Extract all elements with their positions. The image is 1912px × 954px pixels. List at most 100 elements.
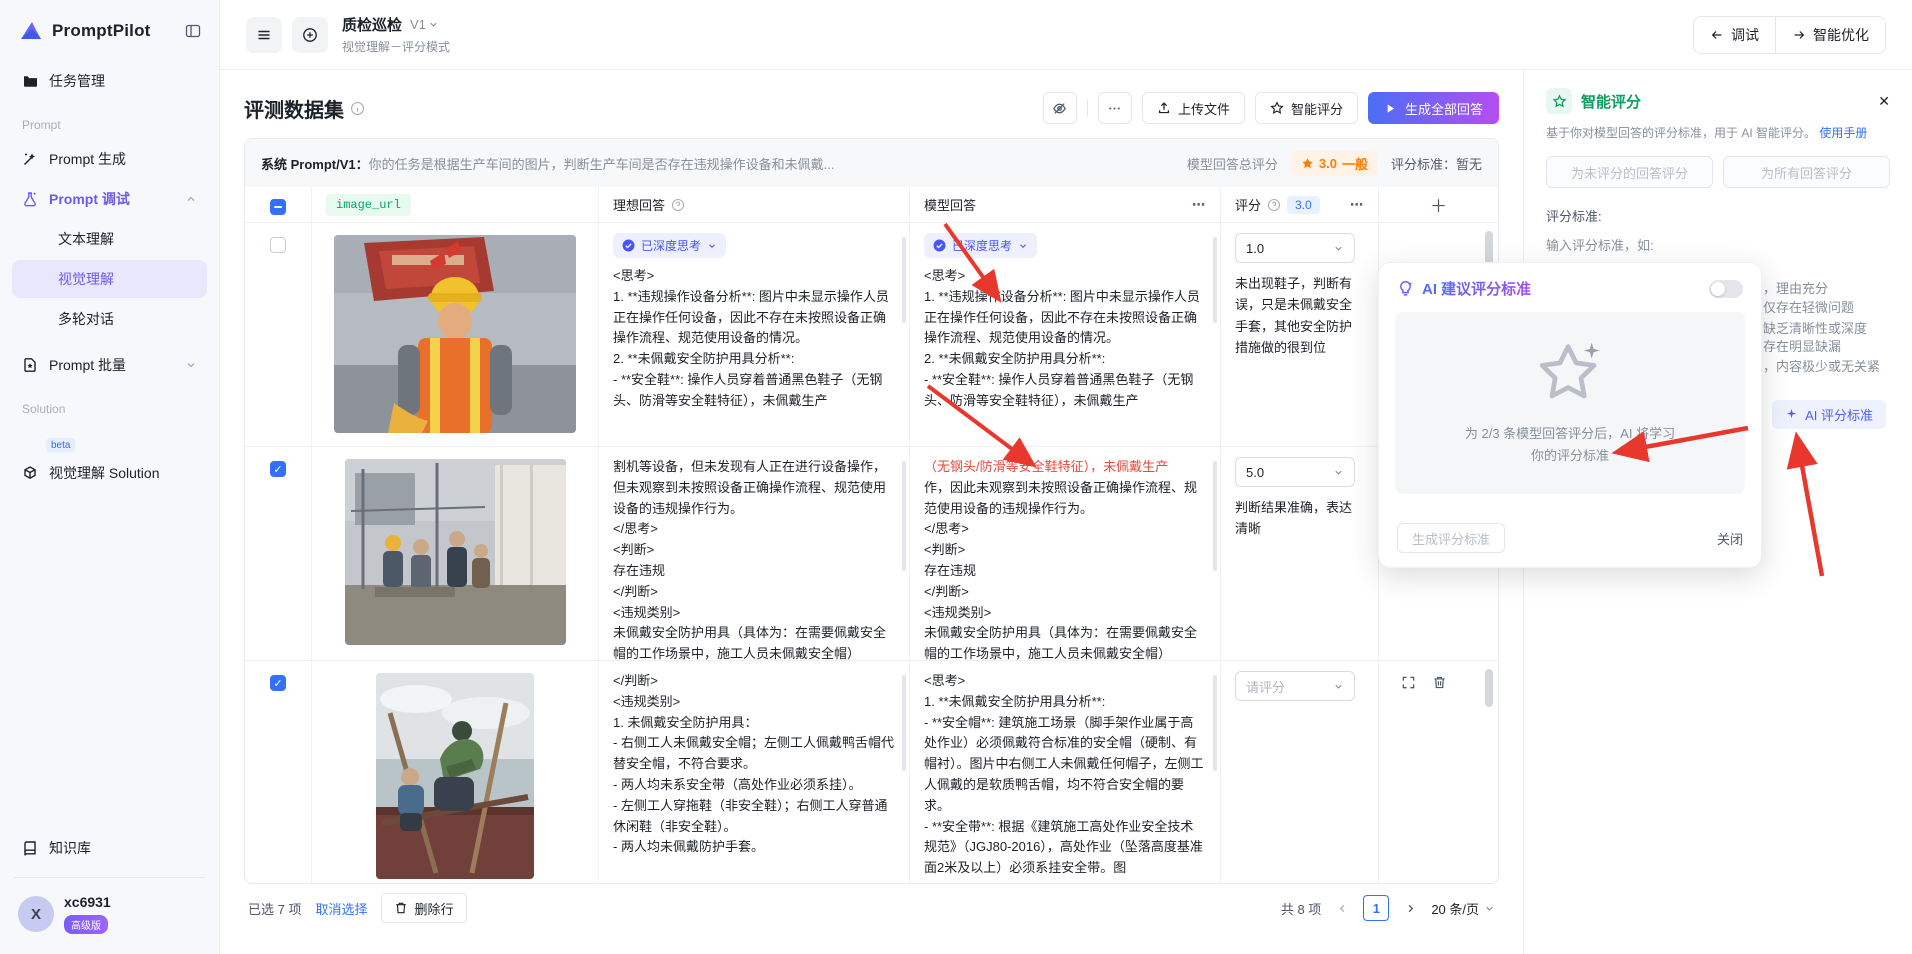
score-unscored-button[interactable]: 为未评分的回答评分 xyxy=(1546,156,1713,188)
page-size-select[interactable]: 20 条/页 xyxy=(1431,899,1495,918)
score-select[interactable]: 5.0 xyxy=(1235,457,1355,487)
sidebar-item-vision-solution[interactable]: 视觉理解 Solution xyxy=(12,454,207,492)
row-checkbox[interactable] xyxy=(270,461,286,477)
smart-score-button[interactable]: 智能评分 xyxy=(1254,92,1358,124)
hide-columns-button[interactable] xyxy=(1042,92,1077,124)
model-column-menu[interactable]: ⋯ xyxy=(1192,197,1206,213)
cancel-selection-link[interactable]: 取消选择 xyxy=(315,899,367,918)
prev-page-button[interactable] xyxy=(1329,895,1355,921)
criteria-placeholder-intro[interactable]: 输入评分标准，如: xyxy=(1546,235,1890,254)
version-selector[interactable]: V1 xyxy=(410,17,439,32)
upload-file-button[interactable]: 上传文件 xyxy=(1141,92,1245,124)
manual-link[interactable]: 使用手册 xyxy=(1819,126,1867,140)
score-comment: 未出现鞋子，判断有误，只是未佩戴安全手套，其他安全防护措施做的很到位 xyxy=(1235,276,1353,356)
new-session-button[interactable] xyxy=(292,16,328,53)
table-row: </判断> <违规类别> 1. 未佩戴安全防护用具： - 右侧工人未佩戴安全帽；… xyxy=(245,661,1498,883)
sidebar-item-knowledge-base[interactable]: 知识库 xyxy=(12,829,207,867)
user-profile[interactable]: X xc6931 高级版 xyxy=(12,888,207,944)
sidebar-item-text-understanding[interactable]: 文本理解 xyxy=(12,220,207,258)
criteria-placeholder-fragment: 存在明显缺漏 xyxy=(1763,339,1842,354)
ai-suggest-toggle[interactable] xyxy=(1709,279,1743,298)
criteria-value: 暂无 xyxy=(1455,156,1482,172)
section-label-solution: Solution xyxy=(22,402,66,416)
next-page-button[interactable] xyxy=(1397,895,1423,921)
beta-badge: beta xyxy=(46,438,76,453)
panel-title: 智能评分 xyxy=(1581,93,1642,111)
ideal-answer-text: <思考> 1. **违规操作设备分析**: 图片中未显示操作人员正在操作任何设备… xyxy=(613,268,889,408)
ai-card-caption: 为 2/3 条模型回答评分后，AI 将学习 你的评分标准 xyxy=(1464,425,1676,463)
cell-scrollbar[interactable] xyxy=(902,675,906,771)
sidebar-collapse-icon[interactable] xyxy=(185,23,201,39)
book-icon xyxy=(22,840,39,856)
close-icon[interactable]: ✕ xyxy=(1878,93,1890,110)
model-answer-diff-line: （无钢头/防滑等安全鞋特征），未佩戴生产 xyxy=(924,459,1169,474)
sidebar-item-tasks[interactable]: 任务管理 xyxy=(12,62,207,100)
sidebar-item-vision-understanding[interactable]: 视觉理解 xyxy=(12,260,207,298)
sidebar-item-prompt-generate[interactable]: Prompt 生成 xyxy=(12,140,207,178)
chevron-down-icon xyxy=(185,359,197,371)
cell-scrollbar[interactable] xyxy=(1213,237,1217,323)
total-score-label: 模型回答总评分 xyxy=(1186,156,1278,172)
ideal-answer-text: 割机等设备，但未发现有人正在进行设备操作，但未观察到未按照设备正确操作流程、规范… xyxy=(613,459,887,660)
total-score-badge: 3.0 一般 xyxy=(1291,150,1377,176)
wand-icon xyxy=(22,151,39,167)
score-select[interactable]: 1.0 xyxy=(1235,233,1355,263)
score-all-button[interactable]: 为所有回答评分 xyxy=(1723,156,1890,188)
ai-card-title: AI 建议评分标准 xyxy=(1422,278,1531,299)
cell-scrollbar[interactable] xyxy=(902,461,906,571)
row-scrollbar[interactable] xyxy=(1485,669,1493,707)
generate-all-button[interactable]: 生成全部回答 xyxy=(1367,92,1499,124)
select-all-checkbox[interactable] xyxy=(270,198,286,215)
row-checkbox[interactable] xyxy=(270,675,286,691)
cell-scrollbar[interactable] xyxy=(1213,675,1217,771)
selected-count: 已选 7 项 xyxy=(248,901,302,917)
sidebar-item-prompt-debug[interactable]: Prompt 调试 xyxy=(12,180,207,218)
avatar: X xyxy=(18,896,54,932)
add-column-button[interactable]: ＋ xyxy=(1393,192,1484,217)
task-title: 质检巡检 xyxy=(342,17,403,34)
sidebar-item-multiturn-dialog[interactable]: 多轮对话 xyxy=(12,300,207,338)
row-photo-scaffolding-workers[interactable] xyxy=(376,673,534,879)
criteria-field-label: 评分标准: xyxy=(1546,209,1602,224)
check-circle-icon xyxy=(933,239,946,252)
expand-row-icon[interactable] xyxy=(1401,675,1416,690)
cell-scrollbar[interactable] xyxy=(902,237,906,323)
score-column-menu[interactable]: ⋯ xyxy=(1350,197,1364,213)
star-icon xyxy=(1302,157,1313,168)
generate-criteria-button[interactable]: 生成评分标准 xyxy=(1397,523,1506,553)
delete-row-icon[interactable] xyxy=(1432,675,1447,690)
score-select[interactable]: 请评分 xyxy=(1235,671,1355,701)
deep-think-badge[interactable]: 已深度思考 xyxy=(613,233,727,258)
criteria-label: 评分标准： xyxy=(1390,156,1456,172)
file-star-icon xyxy=(22,357,39,373)
folder-icon xyxy=(22,73,39,89)
column-ideal-answer: 理想回答 xyxy=(613,198,666,213)
column-image-url: image_url xyxy=(326,193,411,216)
delete-rows-button[interactable]: 删除行 xyxy=(381,893,467,923)
app-name: PromptPilot xyxy=(52,21,151,40)
flask-icon xyxy=(22,191,39,207)
deep-think-badge[interactable]: 已深度思考 xyxy=(924,233,1038,258)
debug-nav-button[interactable]: 调试 xyxy=(1694,16,1775,53)
ai-criteria-button[interactable]: AI 评分标准 xyxy=(1772,400,1886,429)
more-actions-button[interactable] xyxy=(1097,92,1132,124)
close-card-button[interactable]: 关闭 xyxy=(1717,529,1743,548)
sidebar-item-prompt-batch[interactable]: Prompt 批量 xyxy=(12,346,207,384)
row-photo-construction-site[interactable] xyxy=(344,459,566,645)
cell-scrollbar[interactable] xyxy=(1213,461,1217,571)
model-answer-text: <思考> 1. **违规操作设备分析**: 图片中未显示操作人员正在操作任何设备… xyxy=(924,268,1200,408)
row-checkbox[interactable] xyxy=(270,237,286,253)
section-label-prompt: Prompt xyxy=(22,118,61,132)
smart-optimize-nav-button[interactable]: 智能优化 xyxy=(1775,16,1885,53)
page-number[interactable]: 1 xyxy=(1363,895,1390,921)
cube-icon xyxy=(22,465,39,481)
criteria-placeholder-fragment: 缺乏清晰性或深度 xyxy=(1763,321,1868,336)
row-photo-worker-portrait[interactable] xyxy=(334,235,576,433)
system-prompt-bar: 系统 Prompt/V1：你的任务是根据生产车间的图片，判断生产车间是否存在违规… xyxy=(245,139,1498,187)
menu-button[interactable] xyxy=(246,16,282,53)
score-comment: 判断结果准确，表达清晰 xyxy=(1235,500,1353,537)
model-answer-text: <思考> 1. **未佩戴安全防护用具分析**: - **安全帽**: 建筑施工… xyxy=(924,673,1204,876)
sidebar: PromptPilot 任务管理 Prompt Prompt 生成 Prompt… xyxy=(0,0,220,954)
help-icon xyxy=(671,198,685,212)
chevron-down-icon xyxy=(709,243,715,248)
